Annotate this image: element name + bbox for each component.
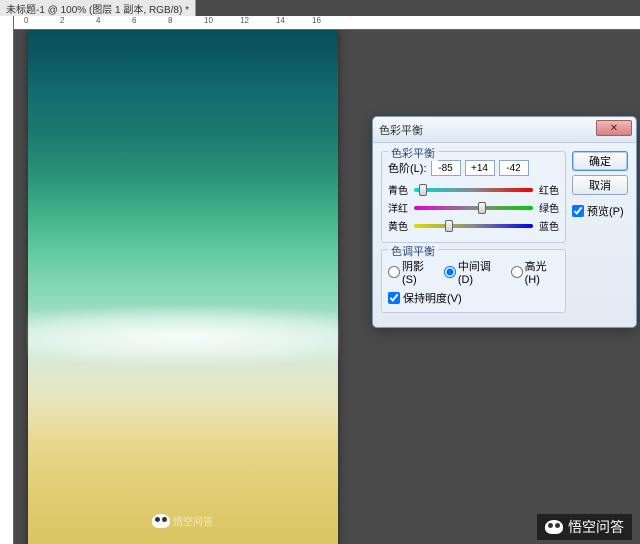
slider-label-yellow: 黄色 [388, 218, 410, 233]
canvas-image: 悟空问答 [28, 30, 338, 544]
close-button[interactable]: ✕ [596, 120, 632, 136]
dialog-body: 色彩平衡 色阶(L): 青色 红色 洋红 绿色 [373, 143, 636, 327]
tone-balance-group: 色调平衡 阴影(S) 中间调(D) 高光(H) 保持明度(V) [381, 249, 566, 313]
tone-radio-row: 阴影(S) 中间调(D) 高光(H) [388, 258, 559, 286]
slider-label-blue: 蓝色 [537, 218, 559, 233]
slider-magenta-green: 洋红 绿色 [388, 200, 559, 215]
preview-label: 预览(P) [587, 203, 624, 219]
slider-label-cyan: 青色 [388, 182, 410, 197]
group-title: 色彩平衡 [388, 145, 438, 161]
slider-label-magenta: 洋红 [388, 200, 410, 215]
dialog-titlebar[interactable]: 色彩平衡 ✕ [373, 117, 636, 143]
group-title: 色调平衡 [388, 243, 438, 259]
owl-icon [152, 514, 170, 528]
slider-thumb[interactable] [445, 220, 453, 232]
slider-yellow-blue: 黄色 蓝色 [388, 218, 559, 233]
dialog-left-panel: 色彩平衡 色阶(L): 青色 红色 洋红 绿色 [381, 151, 566, 319]
level-input-1[interactable] [465, 160, 495, 176]
close-icon: ✕ [610, 123, 618, 134]
color-balance-group: 色彩平衡 色阶(L): 青色 红色 洋红 绿色 [381, 151, 566, 243]
dialog-right-panel: 确定 取消 预览(P) [572, 151, 628, 319]
color-balance-dialog: 色彩平衡 ✕ 色彩平衡 色阶(L): 青色 红色 洋红 [372, 116, 637, 328]
slider-track-yb[interactable] [414, 224, 533, 228]
watermark-large: 悟空问答 [537, 514, 632, 540]
preserve-luminosity-row: 保持明度(V) [388, 290, 559, 306]
cancel-button[interactable]: 取消 [572, 175, 628, 195]
preview-checkbox[interactable] [572, 205, 584, 217]
levels-label: 色阶(L): [388, 160, 427, 176]
preserve-luminosity-checkbox[interactable] [388, 292, 400, 304]
document-tab[interactable]: 未标题-1 @ 100% (图层 1 副本, RGB/8) * [0, 0, 196, 16]
level-input-2[interactable] [499, 160, 529, 176]
radio-shadows[interactable]: 阴影(S) [388, 258, 436, 286]
radio-highlights[interactable]: 高光(H) [511, 258, 559, 286]
slider-track-cr[interactable] [414, 188, 533, 192]
ok-button[interactable]: 确定 [572, 151, 628, 171]
preview-row: 预览(P) [572, 203, 628, 219]
slider-thumb[interactable] [478, 202, 486, 214]
slider-label-red: 红色 [537, 182, 559, 197]
radio-midtones[interactable]: 中间调(D) [444, 258, 503, 286]
slider-track-mg[interactable] [414, 206, 533, 210]
watermark-small: 悟空问答 [152, 513, 213, 528]
level-input-0[interactable] [431, 160, 461, 176]
slider-cyan-red: 青色 红色 [388, 182, 559, 197]
preserve-luminosity-label: 保持明度(V) [403, 290, 462, 306]
slider-label-green: 绿色 [537, 200, 559, 215]
owl-icon [545, 520, 563, 534]
levels-row: 色阶(L): [388, 160, 559, 176]
image-foam [28, 300, 338, 390]
ruler-horizontal: 0 2 4 6 8 10 12 14 16 [14, 16, 640, 30]
dialog-title: 色彩平衡 [379, 122, 423, 138]
slider-thumb[interactable] [419, 184, 427, 196]
ruler-vertical [0, 16, 14, 544]
